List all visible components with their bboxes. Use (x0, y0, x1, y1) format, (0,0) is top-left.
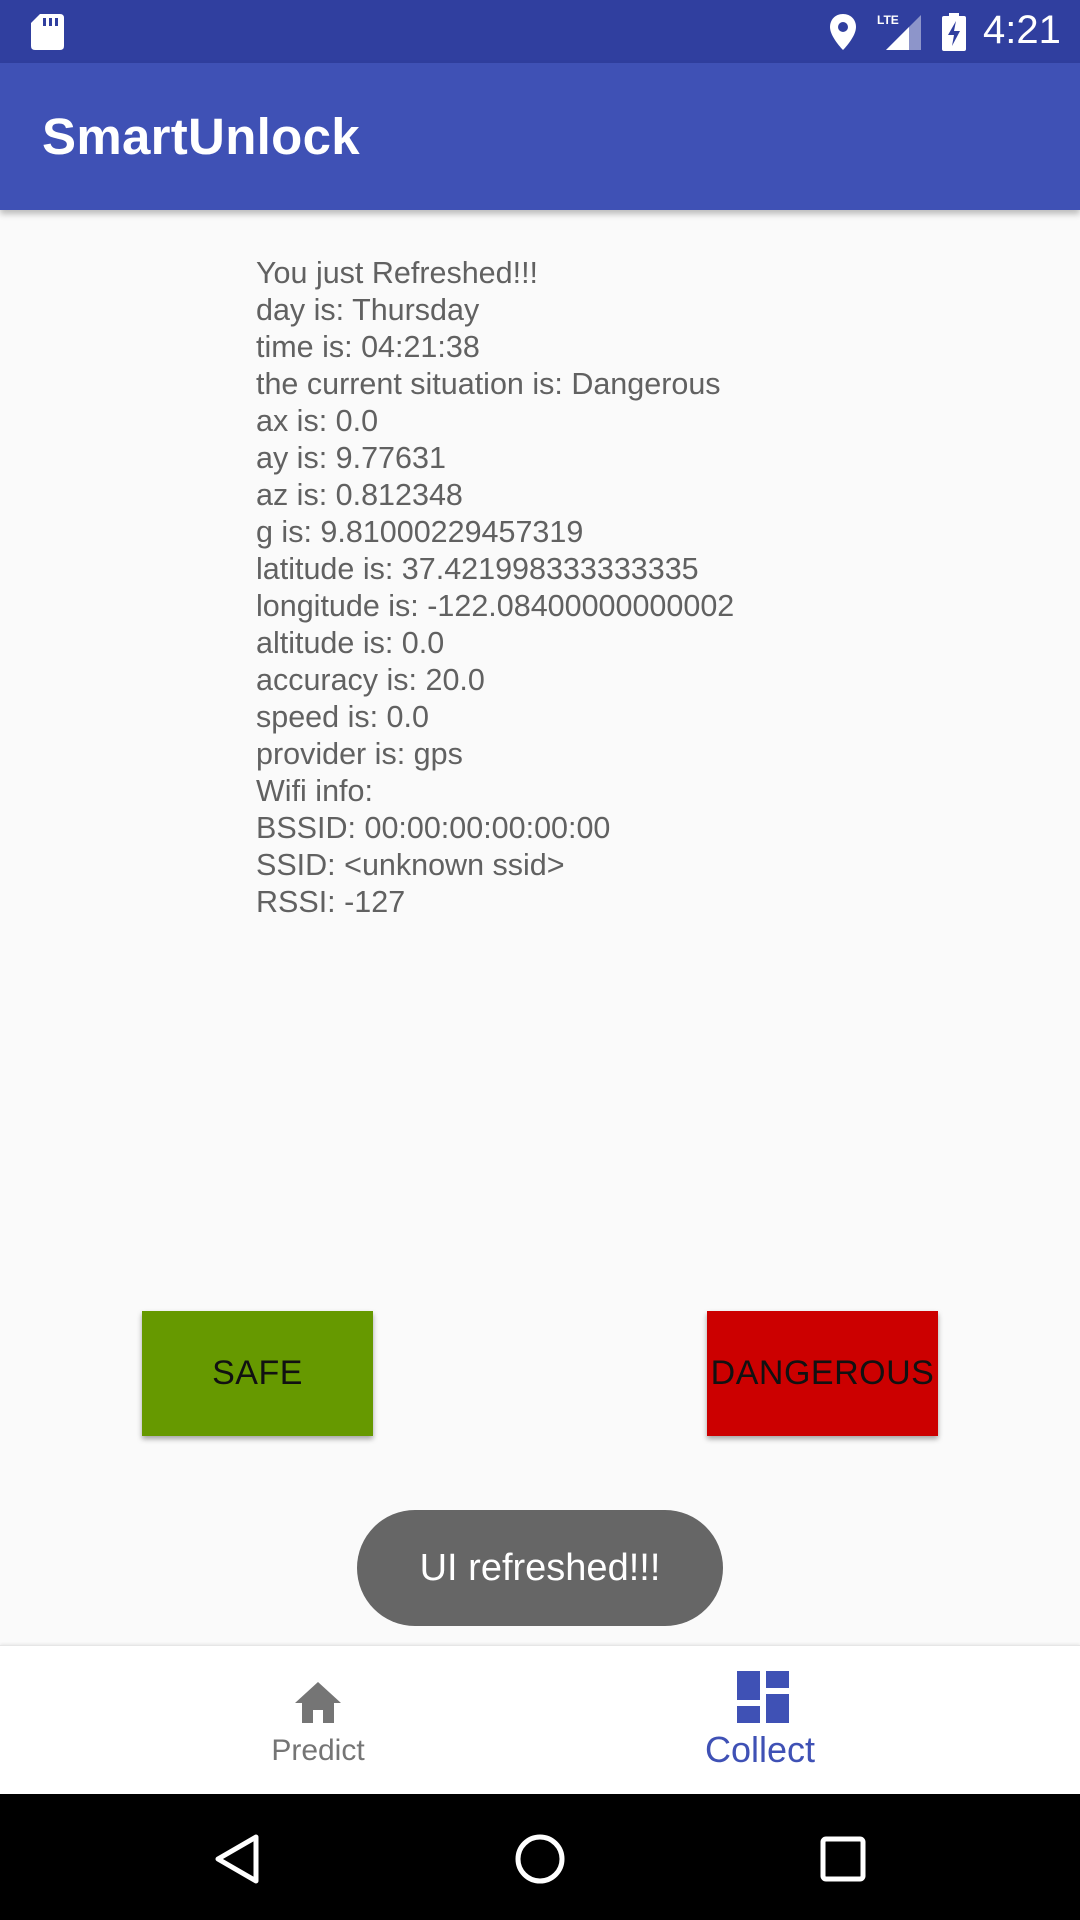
info-line: longitude is: -122.08400000000002 (256, 589, 735, 623)
sensor-info-text: You just Refreshed!!! day is: Thursday t… (256, 255, 1056, 921)
sd-card-icon (31, 14, 64, 50)
app-title: SmartUnlock (42, 108, 360, 165)
info-line: You just Refreshed!!! (256, 256, 539, 290)
status-clock: 4:21 (983, 8, 1061, 52)
dashboard-icon (737, 1671, 789, 1723)
back-icon[interactable] (206, 1829, 266, 1889)
info-line: ay is: 9.77631 (256, 441, 446, 475)
home-circle-icon[interactable] (510, 1829, 570, 1889)
info-line: speed is: 0.0 (256, 700, 429, 734)
recents-icon[interactable] (813, 1829, 873, 1889)
app-bar: SmartUnlock (0, 63, 1080, 210)
location-icon (830, 14, 856, 50)
toast-text: UI refreshed!!! (419, 1546, 661, 1589)
info-line: Wifi info: (256, 774, 373, 808)
dangerous-button[interactable]: DANGEROUS (707, 1311, 938, 1436)
info-line: day is: Thursday (256, 293, 480, 327)
info-line: altitude is: 0.0 (256, 626, 445, 660)
info-line: BSSID: 00:00:00:00:00:00 (256, 811, 611, 845)
nav-item-predict[interactable]: Predict (0, 1646, 540, 1795)
info-line: ax is: 0.0 (256, 404, 379, 438)
info-line: RSSI: -127 (256, 885, 406, 919)
signal-icon: LTE (877, 13, 921, 50)
info-line: accuracy is: 20.0 (256, 663, 485, 697)
info-line: az is: 0.812348 (256, 478, 463, 512)
network-type-label: LTE (877, 13, 899, 27)
home-icon (295, 1682, 341, 1723)
safe-button[interactable]: SAFE (142, 1311, 373, 1436)
info-line: g is: 9.81000229457319 (256, 515, 584, 549)
info-line: the current situation is: Dangerous (256, 367, 721, 401)
status-bar: LTE 4:21 (0, 0, 1080, 63)
nav-label-collect: Collect (704, 1729, 816, 1770)
info-line: latitude is: 37.421998333333335 (256, 552, 699, 586)
bottom-navigation: Predict Collect (0, 1645, 1080, 1795)
toast-message: UI refreshed!!! (357, 1510, 723, 1626)
screen: LTE 4:21 SmartUnlock You just Refreshed!… (0, 0, 1080, 1920)
info-line: SSID: <unknown ssid> (256, 848, 565, 882)
system-navigation-bar (0, 1794, 1080, 1920)
battery-charging-icon (942, 13, 966, 51)
info-line: time is: 04:21:38 (256, 330, 480, 364)
info-line: provider is: gps (256, 737, 463, 771)
nav-item-collect[interactable]: Collect (540, 1646, 1080, 1795)
